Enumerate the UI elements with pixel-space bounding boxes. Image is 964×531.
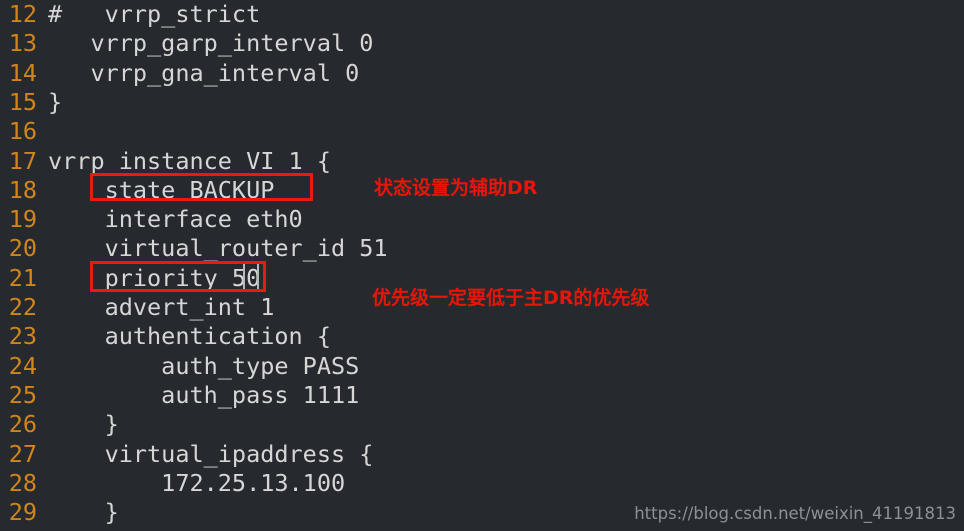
code-line-26[interactable]: 26 } bbox=[0, 410, 964, 439]
line-number: 22 bbox=[8, 293, 37, 321]
line-number: 24 bbox=[8, 351, 37, 380]
line-number: 29 bbox=[8, 498, 37, 527]
code-line-27[interactable]: 27 virtual_ipaddress { bbox=[0, 440, 964, 469]
line-number: 23 bbox=[8, 322, 37, 351]
watermark-url: https://blog.csdn.net/weixin_41191813 bbox=[634, 504, 956, 523]
line-content: priority 50 bbox=[48, 263, 261, 292]
code-line-17[interactable]: 17 vrrp_instance VI_1 { bbox=[0, 147, 964, 176]
line-content: } bbox=[48, 527, 62, 531]
line-content: vrrp_garp_interval 0 bbox=[48, 29, 374, 58]
code-line-13[interactable]: 13 vrrp_garp_interval 0 bbox=[0, 29, 964, 58]
line-number: 18 bbox=[8, 175, 37, 204]
annotation-state: 状态设置为辅助DR bbox=[374, 177, 538, 199]
code-line-23[interactable]: 23 authentication { bbox=[0, 322, 964, 351]
line-content: authentication { bbox=[48, 322, 331, 351]
line-content: } bbox=[48, 498, 119, 527]
code-line-15[interactable]: 15 } bbox=[0, 88, 964, 117]
line-number: 14 bbox=[8, 58, 37, 87]
line-number: 26 bbox=[8, 410, 37, 439]
line-content: interface eth0 bbox=[48, 205, 303, 234]
line-content: } bbox=[48, 410, 119, 439]
line-number: 16 bbox=[8, 117, 37, 146]
line-number: 27 bbox=[8, 439, 37, 468]
line-content: auth_pass 1111 bbox=[48, 380, 360, 409]
line-number: 21 bbox=[8, 263, 37, 292]
code-line-24[interactable]: 24 auth_type PASS bbox=[0, 352, 964, 381]
annotation-priority: 优先级一定要低于主DR的优先级 bbox=[372, 287, 650, 309]
code-line-19[interactable]: 19 interface eth0 bbox=[0, 205, 964, 234]
code-line-30[interactable]: 30 } bbox=[0, 527, 964, 531]
code-line-20[interactable]: 20 virtual_router_id 51 bbox=[0, 234, 964, 263]
code-editor-area[interactable]: 12 # vrrp_strict 13 vrrp_garp_interval 0… bbox=[0, 0, 964, 531]
line-content: 172.25.13.100 bbox=[48, 468, 346, 497]
line-content: virtual_ipaddress { bbox=[48, 439, 374, 468]
line-number: 15 bbox=[8, 87, 37, 116]
line-number: 30 bbox=[4, 527, 37, 531]
code-line-12[interactable]: 12 # vrrp_strict bbox=[0, 0, 964, 29]
code-line-16[interactable]: 16 bbox=[0, 117, 964, 146]
line-number: 28 bbox=[8, 468, 37, 497]
line-number: 25 bbox=[8, 380, 37, 409]
code-line-28[interactable]: 28 172.25.13.100 bbox=[0, 469, 964, 498]
line-content: advert_int 1 bbox=[48, 293, 275, 321]
line-content: } bbox=[48, 87, 63, 116]
line-number: 13 bbox=[8, 29, 37, 58]
line-content: state BACKUP bbox=[48, 175, 275, 204]
line-content: vrrp_gna_interval 0 bbox=[48, 58, 360, 87]
line-content: auth_type PASS bbox=[48, 351, 360, 380]
line-number: 17 bbox=[8, 146, 37, 175]
line-content: virtual_router_id 51 bbox=[48, 234, 388, 263]
code-line-14[interactable]: 14 vrrp_gna_interval 0 bbox=[0, 59, 964, 88]
line-content: # vrrp_strict bbox=[48, 0, 261, 28]
code-line-25[interactable]: 25 auth_pass 1111 bbox=[0, 381, 964, 410]
line-number: 20 bbox=[8, 234, 37, 263]
line-number: 12 bbox=[8, 0, 37, 28]
terminal-editor-screenshot: 12 # vrrp_strict 13 vrrp_garp_interval 0… bbox=[0, 0, 964, 531]
line-number: 19 bbox=[8, 205, 37, 234]
line-content: vrrp_instance VI_1 { bbox=[48, 146, 331, 175]
